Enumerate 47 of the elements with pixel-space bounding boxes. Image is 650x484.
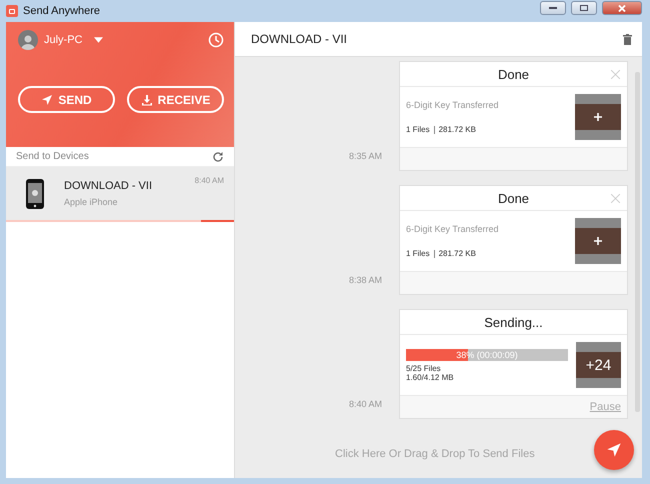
transfer-status: Sending... <box>484 314 543 330</box>
send-icon <box>606 442 622 458</box>
photo-thumbnail[interactable] <box>575 218 621 264</box>
pause-link[interactable]: Pause <box>590 401 621 413</box>
transfer-status: Done <box>498 190 530 206</box>
device-time: 8:40 AM <box>194 176 224 185</box>
transfer-time: 8:35 AM <box>348 151 382 161</box>
send-fab-button[interactable] <box>594 430 634 470</box>
plus-icon <box>594 113 602 121</box>
refresh-icon[interactable] <box>212 150 224 162</box>
maximize-icon <box>580 5 588 11</box>
send-button[interactable]: SEND <box>18 86 115 113</box>
section-label: Send to Devices <box>16 151 89 162</box>
transfer-status: Done <box>498 66 530 82</box>
app-logo-icon <box>6 5 18 17</box>
file-summary: 1 Files 281.72 KB <box>406 249 477 258</box>
close-icon <box>618 4 626 12</box>
transfer-description: 6-Digit Key Transferred <box>406 100 500 110</box>
device-model: Apple iPhone <box>64 197 119 207</box>
photo-thumbnail[interactable] <box>575 94 621 140</box>
maximize-button[interactable] <box>571 1 597 15</box>
close-button[interactable] <box>602 1 642 15</box>
caret-icon[interactable] <box>94 37 103 43</box>
window-title: Send Anywhere <box>23 5 102 17</box>
minimize-button[interactable] <box>540 1 566 15</box>
file-count: 5/25 Files <box>406 364 442 372</box>
selection-indicator <box>201 220 234 222</box>
drop-hint[interactable]: Click Here Or Drag & Drop To Send Files <box>335 448 535 460</box>
phone-icon <box>26 178 44 208</box>
plus-icon <box>594 237 602 245</box>
file-size: 1.60/4.12 MB <box>406 372 455 382</box>
transfer-description: 6-Digit Key Transferred <box>406 224 500 234</box>
photo-thumbnail[interactable]: +24 <box>576 342 621 388</box>
download-icon <box>140 94 153 106</box>
profile-name[interactable]: July-PC <box>44 34 83 46</box>
conversation-title: DOWNLOAD - VII <box>251 32 348 46</box>
transfer-time: 8:38 AM <box>348 275 382 285</box>
transfer-time: 8:40 AM <box>348 399 382 409</box>
clock-icon[interactable] <box>208 32 224 48</box>
receive-button[interactable]: RECEIVE <box>127 86 224 113</box>
device-item[interactable]: DOWNLOAD - VII Apple iPhone 8:40 AM <box>6 167 234 222</box>
send-icon <box>41 94 54 106</box>
device-name: DOWNLOAD - VII <box>64 180 154 192</box>
minimize-icon <box>549 7 557 9</box>
avatar-icon <box>18 30 38 50</box>
file-summary: 1 Files 281.72 KB <box>406 125 477 134</box>
trash-icon[interactable] <box>623 34 632 44</box>
